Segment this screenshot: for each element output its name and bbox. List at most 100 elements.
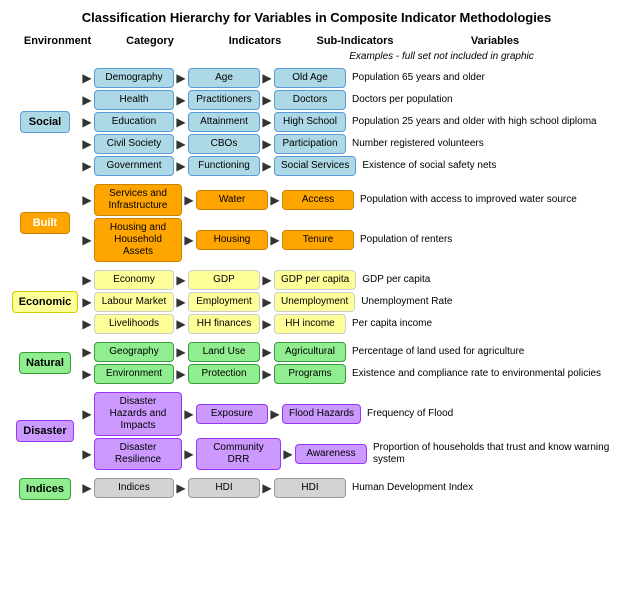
variable-text: Population of renters	[354, 234, 623, 246]
indicator-box: Community DRR	[196, 438, 281, 470]
sub-indicator-box: Unemployment	[274, 292, 355, 312]
indicator-box: Land Use	[188, 342, 260, 362]
arrow-icon: ▶	[174, 317, 188, 331]
category-box: Civil Society	[94, 134, 174, 154]
category-box: Housing and Household Assets	[94, 218, 182, 262]
table-row: ▶Economy▶GDP▶GDP per capitaGDP per capit…	[80, 270, 623, 290]
arrow-icon: ▶	[80, 367, 94, 381]
env-cell-economic: Economic	[10, 270, 80, 334]
sub-indicator-box: HDI	[274, 478, 346, 498]
variable-text: Proportion of households that trust and …	[367, 442, 623, 466]
variable-text: Population with access to improved water…	[354, 194, 623, 206]
variable-text: Existence and compliance rate to environ…	[346, 368, 623, 380]
indicator-box: HDI	[188, 478, 260, 498]
env-box-indices: Indices	[19, 478, 71, 500]
arrow-icon: ▶	[80, 233, 94, 247]
sub-indicator-box: Old Age	[274, 68, 346, 88]
indicator-box: Attainment	[188, 112, 260, 132]
arrow-icon: ▶	[268, 407, 282, 421]
env-box-economic: Economic	[12, 291, 79, 313]
arrow-icon: ▶	[174, 115, 188, 129]
arrow-icon: ▶	[80, 193, 94, 207]
env-box-built: Built	[20, 212, 70, 234]
variable-text: Number registered volunteers	[346, 138, 623, 150]
env-box-social: Social	[20, 111, 70, 133]
category-box: Indices	[94, 478, 174, 498]
arrow-icon: ▶	[174, 93, 188, 107]
table-row: ▶Labour Market▶Employment▶UnemploymentUn…	[80, 292, 623, 312]
env-box-natural: Natural	[19, 352, 71, 374]
category-box: Disaster Resilience	[94, 438, 182, 470]
rows-container-indices: ▶Indices▶HDI▶HDIHuman Development Index	[80, 478, 623, 500]
env-cell-indices: Indices	[10, 478, 80, 500]
sub-indicator-box: Awareness	[295, 444, 367, 464]
variable-text: Per capita income	[346, 318, 623, 330]
arrow-icon: ▶	[80, 317, 94, 331]
arrow-icon: ▶	[260, 367, 274, 381]
table-row: ▶Demography▶Age▶Old AgePopulation 65 yea…	[80, 68, 623, 88]
variable-text: Human Development Index	[346, 482, 623, 494]
indicator-box: HH finances	[188, 314, 260, 334]
variable-text: Unemployment Rate	[355, 296, 623, 308]
col-header-indicators: Indicators	[205, 35, 305, 47]
arrow-icon: ▶	[182, 407, 196, 421]
arrow-icon: ▶	[174, 295, 188, 309]
category-box: Government	[94, 156, 174, 176]
arrow-icon: ▶	[260, 345, 274, 359]
arrow-icon: ▶	[260, 137, 274, 151]
arrow-icon: ▶	[182, 193, 196, 207]
arrow-icon: ▶	[80, 295, 94, 309]
indicator-box: Functioning	[188, 156, 260, 176]
arrow-icon: ▶	[260, 481, 274, 495]
arrow-icon: ▶	[174, 345, 188, 359]
category-box: Geography	[94, 342, 174, 362]
arrow-icon: ▶	[281, 447, 295, 461]
env-box-disaster: Disaster	[16, 420, 73, 442]
arrow-icon: ▶	[174, 481, 188, 495]
indicator-box: Employment	[188, 292, 260, 312]
category-box: Demography	[94, 68, 174, 88]
table-row: ▶Civil Society▶CBOs▶ParticipationNumber …	[80, 134, 623, 154]
table-row: ▶Government▶Functioning▶Social ServicesE…	[80, 156, 623, 176]
arrow-icon: ▶	[260, 115, 274, 129]
arrow-icon: ▶	[182, 447, 196, 461]
variable-text: Population 25 years and older with high …	[346, 116, 623, 128]
variable-text: Existence of social safety nets	[356, 160, 623, 172]
env-group-disaster: Disaster ▶Disaster Hazards and Impacts▶Ex…	[10, 392, 623, 470]
table-row: ▶Education▶Attainment▶High SchoolPopulat…	[80, 112, 623, 132]
indicator-box: Water	[196, 190, 268, 210]
category-box: Economy	[94, 270, 174, 290]
arrow-icon: ▶	[174, 273, 188, 287]
col-header-variables: Variables	[405, 35, 585, 47]
env-cell-natural: Natural	[10, 342, 80, 384]
indicator-box: Housing	[196, 230, 268, 250]
rows-container-economic: ▶Economy▶GDP▶GDP per capitaGDP per capit…	[80, 270, 623, 334]
hierarchy-container: Social ▶Demography▶Age▶Old AgePopulation …	[10, 68, 623, 500]
sub-indicator-box: High School	[274, 112, 346, 132]
rows-container-disaster: ▶Disaster Hazards and Impacts▶Exposure▶F…	[80, 392, 623, 470]
sub-indicator-box: Agricultural	[274, 342, 346, 362]
variable-text: Percentage of land used for agriculture	[346, 346, 623, 358]
sub-indicator-box: Flood Hazards	[282, 404, 361, 424]
arrow-icon: ▶	[260, 273, 274, 287]
category-box: Education	[94, 112, 174, 132]
arrow-icon: ▶	[80, 481, 94, 495]
variable-text: Doctors per population	[346, 94, 623, 106]
env-group-natural: Natural▶Geography▶Land Use▶AgriculturalP…	[10, 342, 623, 384]
category-box: Labour Market	[94, 292, 174, 312]
table-row: ▶Livelihoods▶HH finances▶HH incomePer ca…	[80, 314, 623, 334]
table-row: ▶Services and Infrastructure▶Water▶Acces…	[80, 184, 623, 216]
rows-container-social: ▶Demography▶Age▶Old AgePopulation 65 yea…	[80, 68, 623, 176]
variable-text: Frequency of Flood	[361, 408, 623, 420]
arrow-icon: ▶	[260, 159, 274, 173]
arrow-icon: ▶	[80, 115, 94, 129]
page-title: Classification Hierarchy for Variables i…	[10, 10, 623, 27]
table-row: ▶Disaster Resilience▶Community DRR▶Aware…	[80, 438, 623, 470]
sub-indicator-box: GDP per capita	[274, 270, 356, 290]
variable-text: Population 65 years and older	[346, 72, 623, 84]
table-row: ▶Health▶Practitioners▶DoctorsDoctors per…	[80, 90, 623, 110]
env-group-built: Built ▶Services and Infrastructure▶Water▶…	[10, 184, 623, 262]
arrow-icon: ▶	[80, 137, 94, 151]
sub-indicator-box: HH income	[274, 314, 346, 334]
arrow-icon: ▶	[182, 233, 196, 247]
